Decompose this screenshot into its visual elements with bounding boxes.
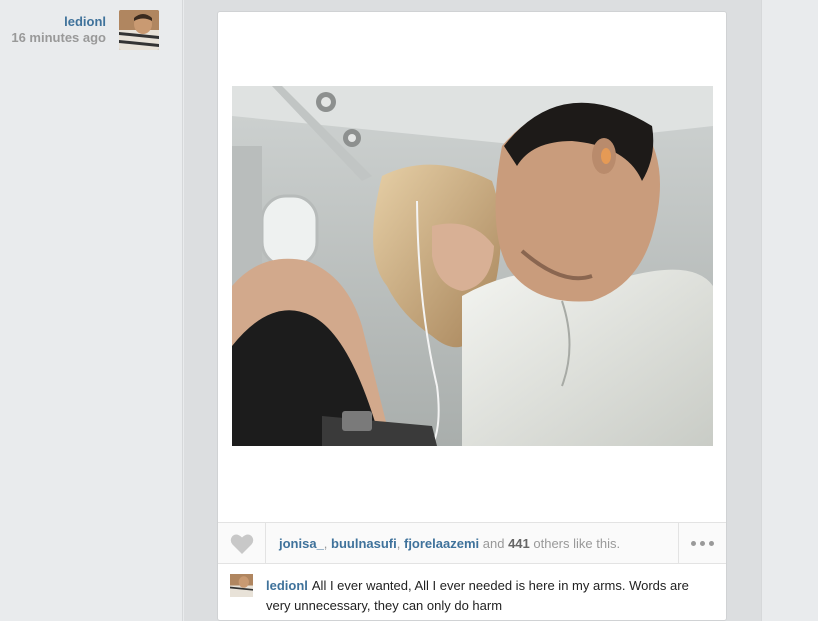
liker-username[interactable]: fjorelaazemi [404,536,479,551]
liker-username[interactable]: jonisa_ [279,536,324,551]
more-options-button[interactable] [678,523,726,564]
likes-count[interactable]: 441 [508,536,530,551]
likes-suffix: others like this. [529,536,621,551]
caption-avatar[interactable] [230,574,253,597]
likes-and-text: and [479,536,509,551]
avatar-image [119,10,159,50]
right-column [761,0,818,621]
caption-body: All I ever wanted, All I ever needed is … [266,578,689,613]
more-dots-icon [691,541,696,546]
likes-separator: , [323,536,332,551]
post-author-block: ledionl 16 minutes ago [11,14,106,46]
likes-summary: jonisa_, buulnasufi, fjorelaazemi and 44… [279,536,620,551]
author-username[interactable]: ledionl [11,14,106,30]
like-button[interactable] [218,523,266,564]
liker-username[interactable]: buulnasufi [331,536,397,551]
caption-text-block: ledionl All I ever wanted, All I ever nee… [266,576,706,616]
heart-icon [230,534,253,554]
more-dots-icon [709,541,714,546]
likes-separator: , [396,536,404,551]
avatar-image [230,574,253,597]
caption-username[interactable]: ledionl [266,578,308,593]
post-photo[interactable] [232,86,713,446]
author-avatar[interactable] [119,10,159,50]
more-dots-icon [700,541,705,546]
post-card: jonisa_, buulnasufi, fjorelaazemi and 44… [217,11,727,621]
post-actions-bar: jonisa_, buulnasufi, fjorelaazemi and 44… [218,522,726,564]
post-timestamp[interactable]: 16 minutes ago [11,30,106,46]
left-column: ledionl 16 minutes ago [0,0,183,621]
post-image [232,86,713,446]
